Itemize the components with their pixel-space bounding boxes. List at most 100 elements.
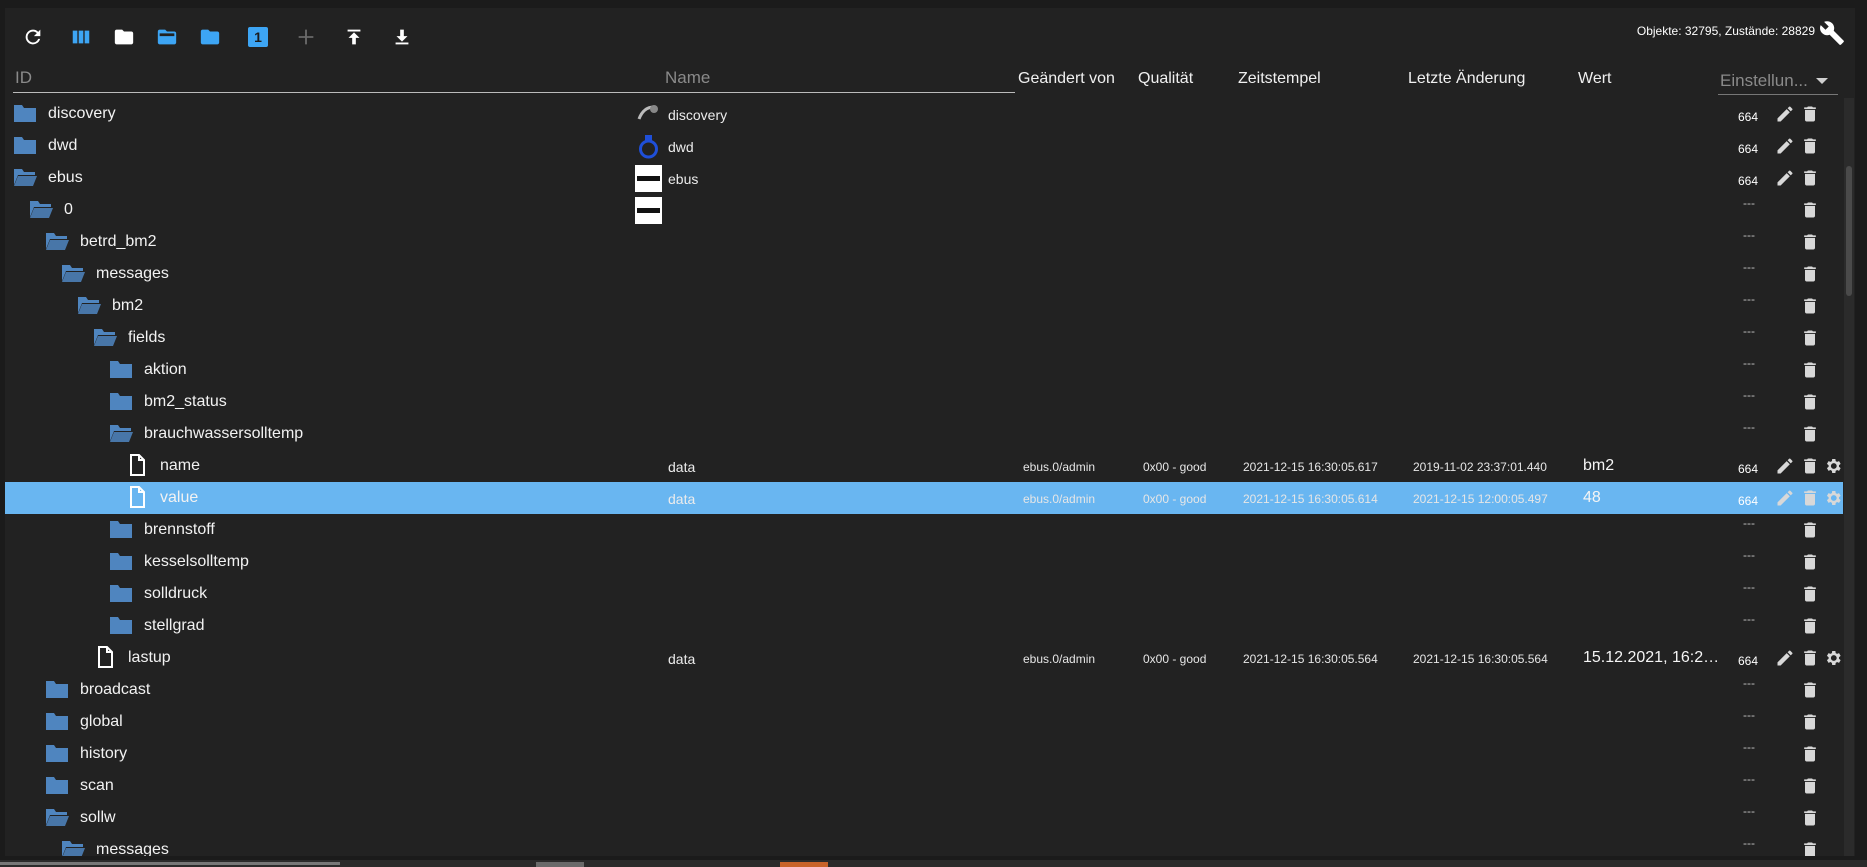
table-row[interactable]: kesselsolltemp --- [5, 546, 1843, 578]
trash-icon[interactable] [1800, 680, 1820, 700]
trash-icon[interactable] [1800, 744, 1820, 764]
trash-icon[interactable] [1800, 584, 1820, 604]
folder-icon[interactable] [108, 390, 134, 414]
wrench-icon[interactable] [1819, 20, 1849, 50]
pencil-icon[interactable] [1775, 488, 1795, 508]
row-value[interactable]: 15.12.2021, 16:29:... [1583, 649, 1723, 667]
folder-open-icon[interactable] [108, 422, 134, 446]
folder-open-icon[interactable] [12, 166, 38, 190]
folder-open-icon[interactable] [28, 198, 54, 222]
table-row[interactable]: name data ebus.0/admin 0x00 - good 2021-12-1… [5, 450, 1843, 482]
horizontal-scrollbar[interactable] [0, 860, 1867, 867]
download-icon[interactable] [387, 22, 417, 52]
table-row[interactable]: dwd dwd 664 [5, 130, 1843, 162]
folder-blue-icon[interactable] [195, 22, 225, 52]
trash-icon[interactable] [1800, 136, 1820, 156]
table-row[interactable]: broadcast --- [5, 674, 1843, 706]
table-row[interactable]: brennstoff --- [5, 514, 1843, 546]
trash-icon[interactable] [1800, 808, 1820, 828]
table-row[interactable]: stellgrad --- [5, 610, 1843, 642]
table-row[interactable]: lastup data ebus.0/admin 0x00 - good 2021-12… [5, 642, 1843, 674]
table-row[interactable]: sollw --- [5, 802, 1843, 834]
folder-open-icon[interactable] [60, 262, 86, 286]
trash-icon[interactable] [1800, 232, 1820, 252]
row-value[interactable]: bm2 [1583, 457, 1723, 475]
badge-1-icon[interactable]: 1 [243, 22, 273, 52]
table-row[interactable]: bm2_status --- [5, 386, 1843, 418]
trash-icon[interactable] [1800, 840, 1820, 856]
id-filter-input[interactable]: ID [13, 68, 667, 93]
trash-icon[interactable] [1800, 616, 1820, 636]
table-row[interactable]: aktion --- [5, 354, 1843, 386]
folder-icon[interactable] [12, 134, 38, 158]
folder-icon[interactable] [108, 518, 134, 542]
upload-icon[interactable] [339, 22, 369, 52]
trash-icon[interactable] [1800, 328, 1820, 348]
folder-open-icon[interactable] [76, 294, 102, 318]
trash-icon[interactable] [1800, 104, 1820, 124]
table-row[interactable]: discovery discovery 664 [5, 98, 1843, 130]
trash-icon[interactable] [1800, 456, 1820, 476]
gear-icon[interactable] [1823, 648, 1843, 668]
trash-icon[interactable] [1800, 424, 1820, 444]
trash-icon[interactable] [1800, 264, 1820, 284]
folder-open-icon[interactable] [92, 326, 118, 350]
folder-icon[interactable] [44, 742, 70, 766]
column-value[interactable]: Wert [1578, 70, 1611, 88]
name-filter-input[interactable]: Name [663, 68, 1015, 93]
file-icon[interactable] [92, 646, 118, 670]
vertical-scrollbar[interactable] [1844, 98, 1854, 856]
plus-icon[interactable] [291, 22, 321, 52]
column-quality[interactable]: Qualität [1138, 70, 1193, 88]
table-row[interactable]: scan --- [5, 770, 1843, 802]
table-row[interactable]: 0 --- [5, 194, 1843, 226]
folder-open-icon[interactable] [60, 838, 86, 856]
trash-icon[interactable] [1800, 360, 1820, 380]
pencil-icon[interactable] [1775, 136, 1795, 156]
trash-icon[interactable] [1800, 552, 1820, 572]
trash-icon[interactable] [1800, 296, 1820, 316]
pencil-icon[interactable] [1775, 648, 1795, 668]
folder-icon[interactable] [108, 582, 134, 606]
folder-icon[interactable] [108, 358, 134, 382]
columns-icon[interactable] [66, 22, 96, 52]
trash-icon[interactable] [1800, 488, 1820, 508]
table-row[interactable]: global --- [5, 706, 1843, 738]
folder-icon[interactable] [44, 774, 70, 798]
table-row[interactable]: history --- [5, 738, 1843, 770]
scrollbar-thumb[interactable] [1846, 166, 1852, 296]
trash-icon[interactable] [1800, 520, 1820, 540]
settings-select[interactable]: Einstellun... [1718, 68, 1838, 95]
folder-icon[interactable] [108, 614, 134, 638]
file-icon[interactable] [124, 454, 150, 478]
trash-icon[interactable] [1800, 168, 1820, 188]
table-row[interactable]: value data ebus.0/admin 0x00 - good 2021-12-… [5, 482, 1843, 514]
trash-icon[interactable] [1800, 392, 1820, 412]
table-row[interactable]: bm2 --- [5, 290, 1843, 322]
folder-icon[interactable] [108, 550, 134, 574]
folder-open-icon[interactable] [152, 22, 182, 52]
pencil-icon[interactable] [1775, 168, 1795, 188]
table-row[interactable]: solldruck --- [5, 578, 1843, 610]
table-row[interactable]: ebus ebus 664 [5, 162, 1843, 194]
trash-icon[interactable] [1800, 648, 1820, 668]
folder-open-icon[interactable] [44, 806, 70, 830]
column-timestamp[interactable]: Zeitstempel [1238, 70, 1321, 88]
row-value[interactable]: 48 [1583, 489, 1723, 507]
column-changed-by[interactable]: Geändert von [1018, 70, 1115, 88]
trash-icon[interactable] [1800, 712, 1820, 732]
gear-icon[interactable] [1823, 456, 1843, 476]
folder-icon[interactable] [44, 678, 70, 702]
table-row[interactable]: messages --- [5, 258, 1843, 290]
column-last-change[interactable]: Letzte Änderung [1408, 70, 1525, 88]
refresh-icon[interactable] [18, 22, 48, 52]
folder-icon[interactable] [109, 22, 139, 52]
folder-icon[interactable] [44, 710, 70, 734]
table-row[interactable]: messages --- [5, 834, 1843, 856]
folder-open-icon[interactable] [44, 230, 70, 254]
table-row[interactable]: brauchwassersolltemp --- [5, 418, 1843, 450]
gear-icon[interactable] [1823, 488, 1843, 508]
trash-icon[interactable] [1800, 200, 1820, 220]
folder-icon[interactable] [12, 102, 38, 126]
table-row[interactable]: betrd_bm2 --- [5, 226, 1843, 258]
